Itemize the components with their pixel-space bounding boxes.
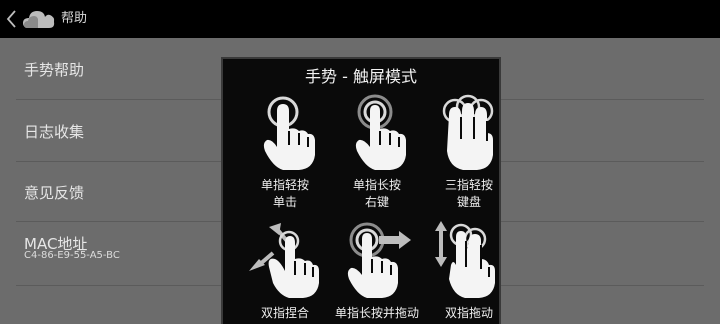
two-finger-drag-icon	[435, 221, 495, 298]
three-finger-tap-icon	[442, 94, 494, 170]
chevron-left-icon[interactable]	[4, 9, 20, 29]
gesture-action: 键盘	[456, 195, 481, 209]
long-press-drag-icon	[347, 222, 411, 298]
gesture-pinch[interactable]: 双指捏合	[239, 219, 331, 324]
top-bar: 帮助	[0, 0, 720, 38]
dialog-title: 手势 - 触屏模式	[305, 67, 417, 86]
gesture-three-finger-tap[interactable]: 三指轻按 键盘	[423, 93, 515, 213]
single-tap-icon	[263, 96, 315, 170]
page-title: 帮助	[61, 11, 88, 26]
menu-item-label: 意见反馈	[24, 184, 85, 202]
gesture-label: 双指拖动	[444, 306, 493, 320]
gesture-help-dialog: 手势 - 触屏模式 单指轻按 单击 单指长按 右键 三指轻按 键盘 双指捏合 单…	[221, 57, 501, 324]
cloud-icon	[23, 11, 55, 28]
gesture-single-long-press[interactable]: 单指长按 右键	[331, 93, 423, 213]
single-long-press-icon	[355, 94, 406, 170]
menu-item-label: 手势帮助	[24, 61, 85, 79]
gesture-long-press-drag[interactable]: 单指长按并拖动	[331, 219, 423, 324]
gesture-single-tap[interactable]: 单指轻按 单击	[239, 93, 331, 213]
pinch-icon	[249, 223, 319, 298]
gesture-two-finger-drag[interactable]: 双指拖动	[423, 219, 515, 324]
mac-address-value: C4-86-E9-55-A5-BC	[24, 250, 120, 261]
gesture-label: 三指轻按	[444, 178, 493, 192]
menu-item-label: 日志收集	[24, 123, 85, 141]
